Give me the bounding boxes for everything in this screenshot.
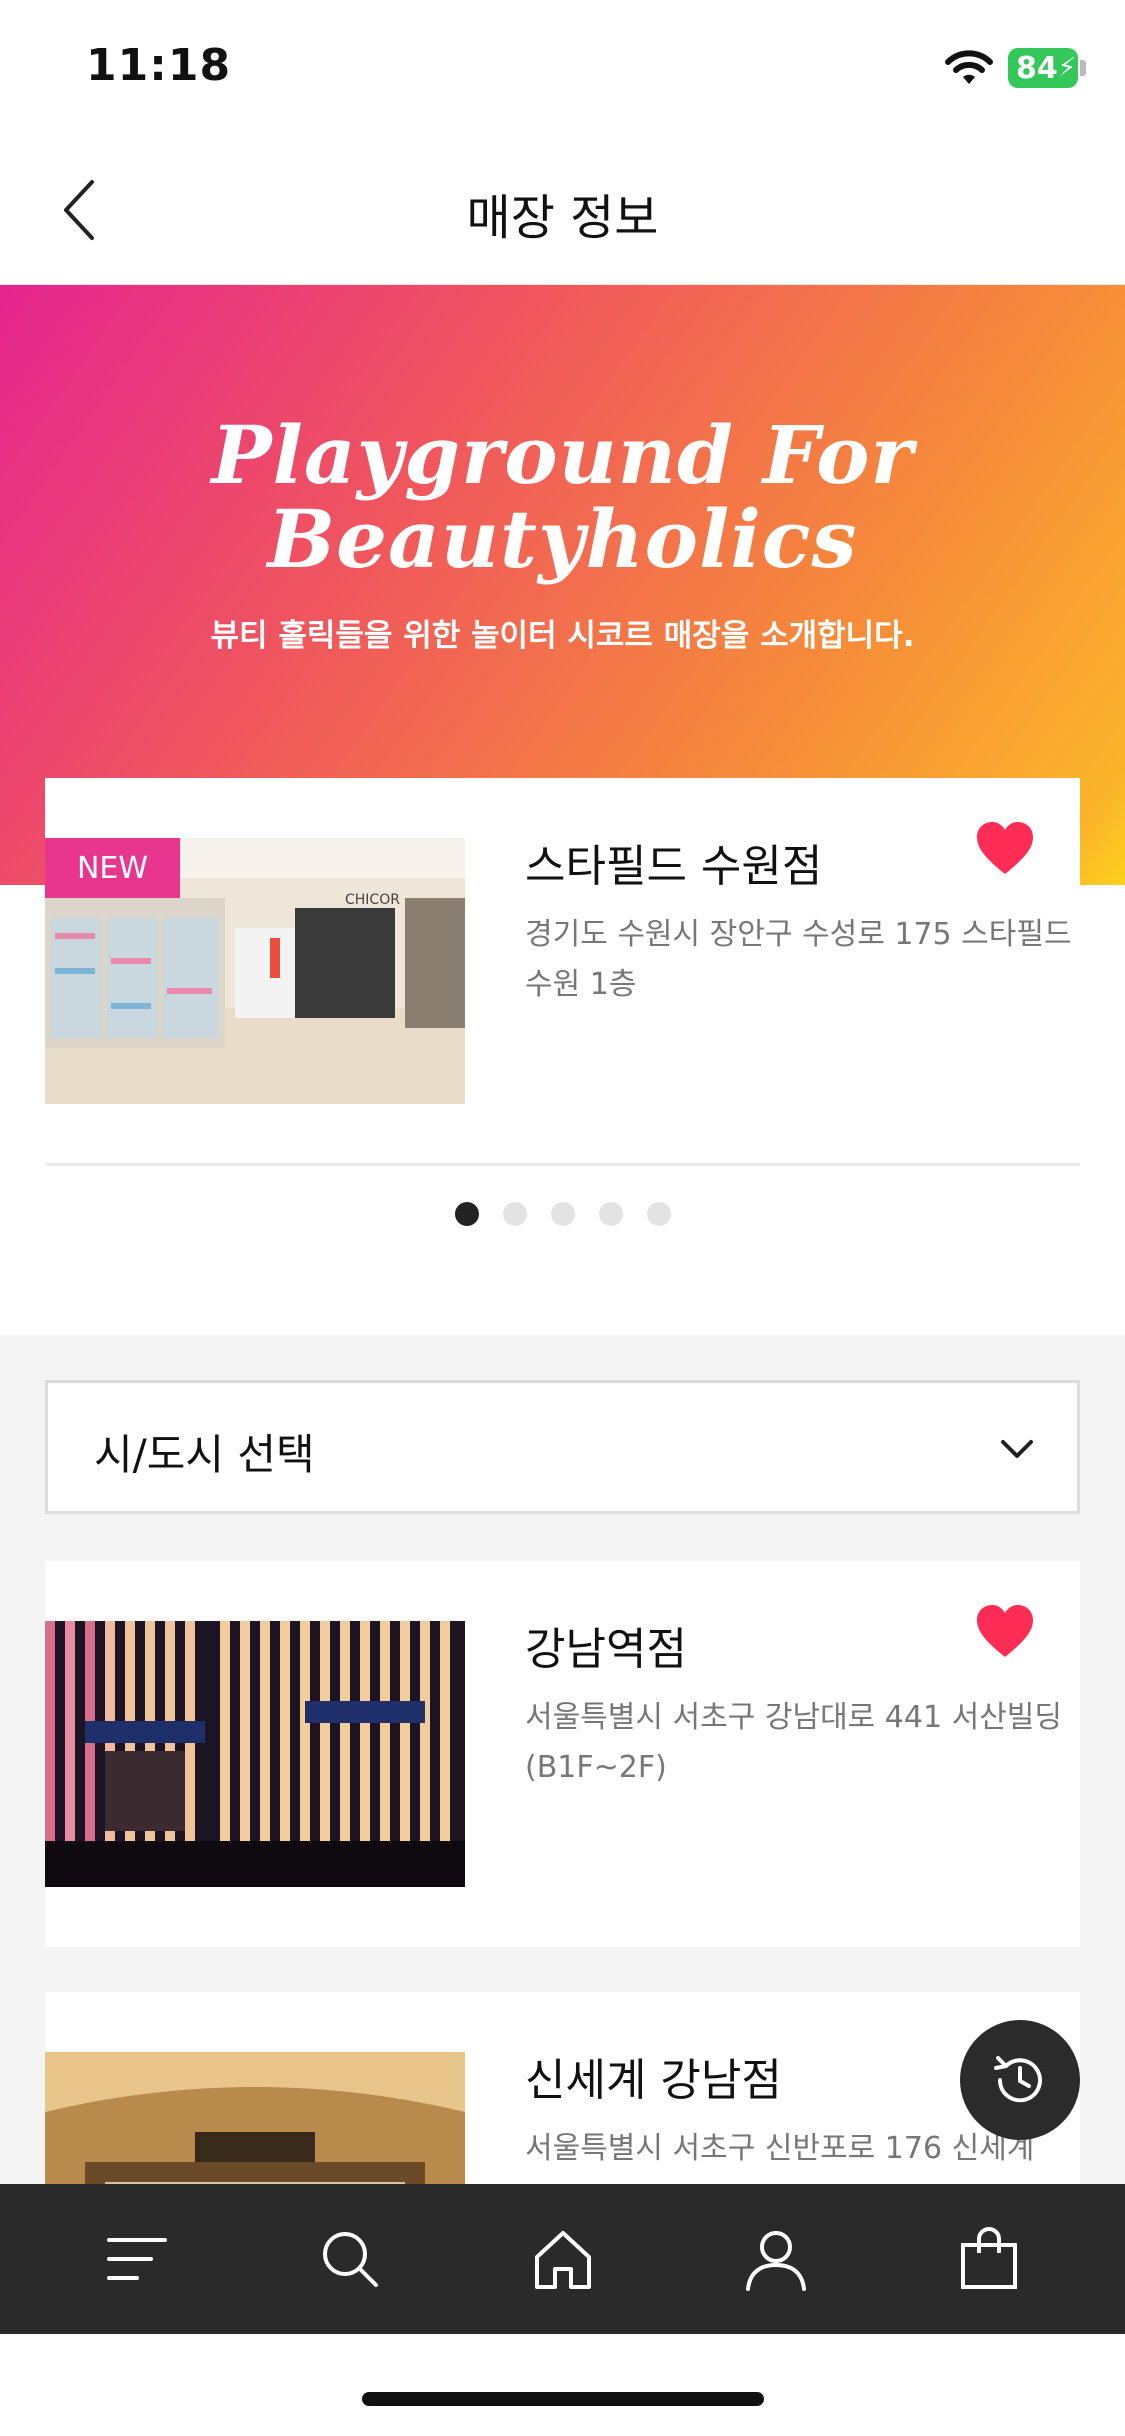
chevron-down-icon (1001, 1440, 1033, 1458)
user-icon (745, 2231, 806, 2291)
heart-icon[interactable] (975, 1603, 1035, 1659)
carousel-dots (0, 1202, 1125, 1226)
svg-text:CHICOR: CHICOR (345, 892, 400, 908)
carousel-dot[interactable] (550, 1202, 575, 1226)
tab-home[interactable] (508, 2204, 618, 2314)
carousel-dot[interactable] (454, 1202, 479, 1226)
tab-search[interactable] (295, 2204, 405, 2314)
battery-indicator: 84 ⚡ (1008, 48, 1078, 88)
home-icon (534, 2231, 591, 2289)
city-select-dropdown[interactable]: 시/도시 선택 (45, 1380, 1080, 1514)
tab-my-page[interactable] (721, 2204, 831, 2314)
home-indicator (362, 2392, 764, 2406)
hero-subtitle: 뷰티 홀릭들을 위한 놀이터 시코르 매장을 소개합니다. (210, 618, 915, 654)
hero-headline: Playground For Beautyholics (0, 413, 1125, 581)
store-card[interactable]: 강남역점 서울특별시 서초구 강남대로 441 서산빌딩 (B1F~2F) (45, 1561, 1080, 1947)
store-name: 강남역점 (525, 1624, 687, 1675)
search-icon (322, 2232, 378, 2287)
nav-header: 매장 정보 (0, 140, 1125, 285)
store-image (45, 1621, 465, 1887)
shopping-bag-icon (960, 2227, 1017, 2289)
wifi-icon (945, 50, 993, 84)
status-bar: 11:18 84 ⚡ (0, 0, 1125, 140)
hero-headline-line1: Playground For (211, 408, 914, 502)
tab-cart[interactable] (934, 2204, 1044, 2314)
hero-headline-line2: Beautyholics (267, 492, 858, 586)
store-name: 신세계 강남점 (525, 2055, 782, 2106)
menu-icon (106, 2238, 167, 2280)
store-address: 서울특별시 서초구 강남대로 441 서산빌딩 (B1F~2F) (525, 1700, 1063, 1785)
battery-level: 84 (1016, 50, 1058, 86)
status-time: 11:18 (86, 40, 232, 91)
home-indicator-area (0, 2334, 1125, 2436)
page-title: 매장 정보 (466, 190, 659, 246)
heart-icon[interactable] (975, 820, 1035, 876)
bottom-tab-bar (0, 2184, 1125, 2334)
carousel-dot[interactable] (502, 1202, 527, 1226)
carousel-dot[interactable] (598, 1202, 623, 1226)
carousel-dot[interactable] (646, 1202, 671, 1226)
recent-history-button[interactable] (960, 2020, 1080, 2140)
store-name: 스타필드 수원점 (525, 841, 823, 892)
city-select-label: 시/도시 선택 (94, 1430, 315, 1479)
history-clock-icon (994, 2056, 1042, 2103)
new-badge: NEW (45, 838, 180, 898)
charging-bolt-icon: ⚡ (1057, 53, 1077, 83)
featured-store-card[interactable]: NEW CHICOR 스타필드 수원점 경기도 수원시 장안구 수성로 175 … (45, 778, 1080, 1166)
battery-nub (1080, 60, 1086, 76)
tab-menu[interactable] (82, 2204, 192, 2314)
store-address: 경기도 수원시 장안구 수성로 175 스타필드 수원 1층 (525, 917, 1072, 1002)
